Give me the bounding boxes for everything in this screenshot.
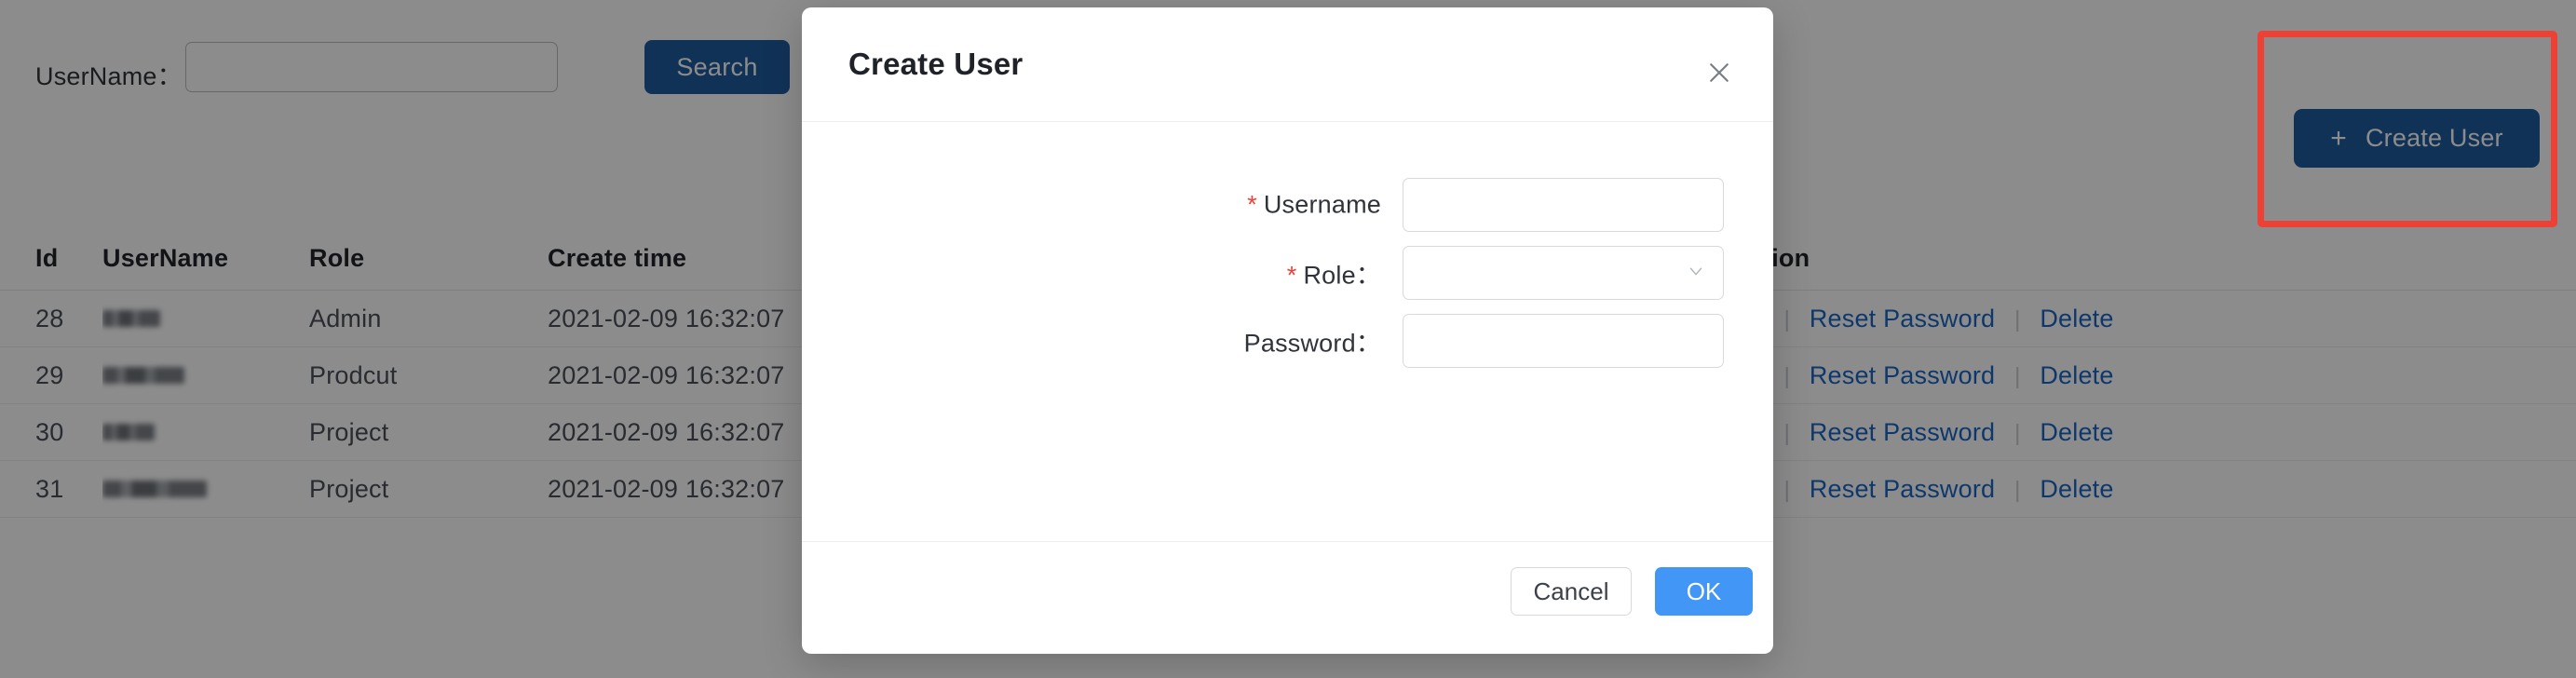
dialog-title: Create User: [848, 47, 1024, 81]
screen: UserName： Search + Create User Id UserNa…: [0, 0, 2576, 678]
password-label: Password：: [802, 323, 1381, 359]
dialog-header: Create User: [802, 7, 1773, 122]
dialog-footer: Cancel OK: [802, 541, 1773, 654]
required-asterisk: *: [1286, 261, 1297, 290]
username-input-wrapper: [1403, 178, 1724, 232]
cancel-button[interactable]: Cancel: [1511, 567, 1632, 616]
create-user-dialog: Create User * Username * Role： Password：…: [802, 7, 1773, 654]
username-input[interactable]: [1403, 179, 1723, 231]
form-row-role: * Role：: [802, 246, 1773, 300]
ok-button[interactable]: OK: [1655, 567, 1753, 616]
dialog-body: * Username * Role： Password：: [802, 122, 1773, 541]
close-icon[interactable]: [1699, 52, 1740, 93]
username-label: * Username: [802, 191, 1381, 220]
form-row-username: * Username: [802, 178, 1773, 232]
password-input[interactable]: [1403, 315, 1723, 367]
password-input-wrapper: [1403, 314, 1724, 368]
required-asterisk: *: [1247, 190, 1257, 219]
role-select-input[interactable]: [1403, 247, 1723, 299]
form-row-password: Password：: [802, 314, 1773, 368]
password-label-text: Password：: [1243, 329, 1381, 358]
role-label: * Role：: [802, 255, 1381, 292]
username-label-text: Username: [1263, 190, 1381, 219]
role-label-text: Role：: [1303, 261, 1381, 290]
role-select[interactable]: [1403, 246, 1724, 300]
